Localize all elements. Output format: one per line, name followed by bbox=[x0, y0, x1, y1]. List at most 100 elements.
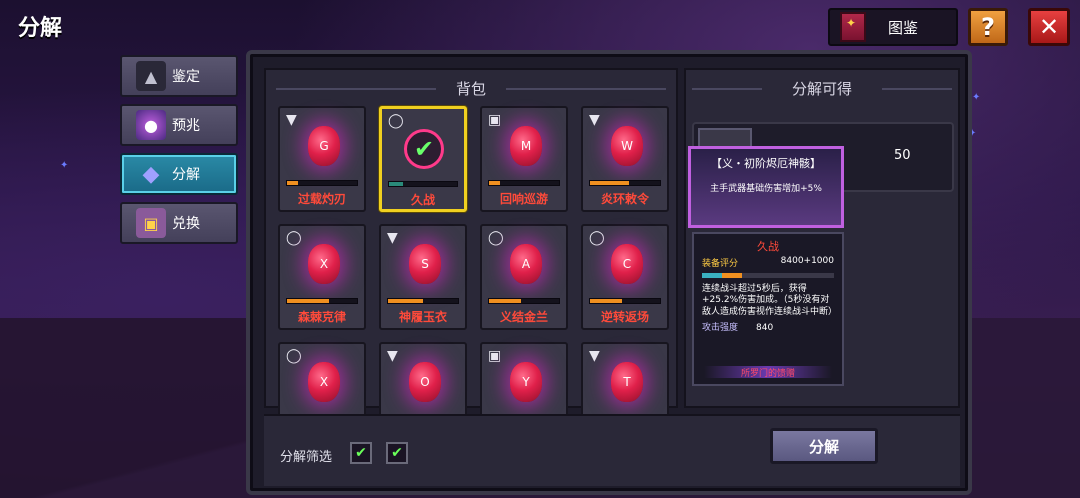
bag-item[interactable]: ◯ A 义结金兰 bbox=[480, 224, 568, 330]
item-progress-bar bbox=[387, 298, 459, 304]
score-label: 装备评分 bbox=[702, 259, 739, 269]
check-icon: ✔ bbox=[391, 445, 403, 461]
codex-label: 图鉴 bbox=[888, 18, 919, 37]
bag-item[interactable]: ◯ X 森棘克律 bbox=[278, 224, 366, 330]
ring-icon: ◯ bbox=[589, 230, 605, 246]
item-name: 久战 bbox=[410, 193, 435, 207]
ring-icon: ◯ bbox=[488, 230, 504, 246]
attack-value: 840 bbox=[756, 322, 774, 333]
tooltip-title: 【义・初阶烬厄神骸】 bbox=[711, 157, 821, 170]
helmet-icon: ▼ bbox=[387, 348, 398, 364]
attack-row: 攻击强度 840 bbox=[702, 320, 834, 333]
filter-checkbox-2[interactable]: ✔ bbox=[386, 442, 408, 464]
ring-icon: ◯ bbox=[286, 348, 302, 364]
gem-icon: T bbox=[611, 362, 643, 402]
gem-icon: O bbox=[409, 362, 441, 402]
tab-identify[interactable]: ▲ 鉴定 bbox=[120, 55, 238, 97]
tab-decompose[interactable]: ◆ 分解 bbox=[120, 153, 238, 195]
help-button[interactable]: ? bbox=[968, 8, 1008, 46]
item-progress-fill bbox=[287, 299, 329, 303]
item-progress-fill bbox=[590, 299, 622, 303]
bag-panel: 背包 ▼ G 过载灼刃 ◯ ✔ 久战 ▣ M 回响巡游 ▼ W 炎环敕令 ◯ X 森棘克律 ▼ S 神履玉衣 ◯ A 义… bbox=[264, 68, 678, 448]
detail-name: 久战 bbox=[757, 240, 779, 253]
set-label: 所罗门的馈赠 bbox=[704, 366, 832, 379]
sidebar: ▲ 鉴定 ● 预兆 ◆ 分解 ▣ 兑换 bbox=[120, 55, 238, 251]
tab-label: 预兆 bbox=[172, 118, 200, 134]
item-name: 炎环敕令 bbox=[600, 192, 649, 206]
item-progress-bar bbox=[286, 298, 358, 304]
close-icon: ✕ bbox=[1038, 13, 1060, 41]
chest-icon: ▣ bbox=[136, 208, 166, 238]
bag-item[interactable]: ◯ C 逆转返场 bbox=[581, 224, 669, 330]
tab-exchange[interactable]: ▣ 兑换 bbox=[120, 202, 238, 244]
gem-icon: S bbox=[409, 244, 441, 284]
selected-check-icon: ✔ bbox=[404, 129, 444, 169]
item-grid: ▼ G 过载灼刃 ◯ ✔ 久战 ▣ M 回响巡游 ▼ W 炎环敕令 ◯ X 森棘克律 ▼ S 神履玉衣 ◯ A 义结金兰… bbox=[278, 106, 674, 448]
item-progress-fill bbox=[489, 299, 521, 303]
helmet-icon: ▼ bbox=[286, 112, 297, 128]
codex-button[interactable]: 图鉴 bbox=[828, 8, 958, 46]
item-progress-fill bbox=[287, 181, 298, 185]
gem-icon: G bbox=[308, 126, 340, 166]
item-name: 义结金兰 bbox=[499, 310, 548, 324]
bag-item[interactable]: ▣ M 回响巡游 bbox=[480, 106, 568, 212]
gem-icon: X bbox=[308, 244, 340, 284]
decompose-panel: 背包 ▼ G 过载灼刃 ◯ ✔ 久战 ▣ M 回响巡游 ▼ W 炎环敕令 ◯ X 森棘克律 ▼ S 神履玉衣 ◯ A 义… bbox=[246, 50, 972, 495]
tab-omen[interactable]: ● 预兆 bbox=[120, 104, 238, 146]
item-name: 过载灼刃 bbox=[297, 192, 346, 206]
item-progress-bar bbox=[388, 181, 458, 187]
item-name: 神履玉衣 bbox=[398, 310, 447, 324]
gem-icon: W bbox=[611, 126, 643, 166]
close-button[interactable]: ✕ bbox=[1028, 8, 1070, 46]
page-title: 分解 bbox=[18, 16, 63, 41]
item-name: 逆转返场 bbox=[600, 310, 649, 324]
score-bar bbox=[702, 273, 834, 278]
score-bar-fill bbox=[702, 273, 742, 278]
bag-item[interactable]: ◯ ✔ 久战 bbox=[379, 106, 467, 212]
filter-label: 分解筛选 bbox=[280, 450, 333, 465]
question-icon: ? bbox=[981, 13, 995, 41]
material-tooltip: 【义・初阶烬厄神骸】 主手武器基础伤害增加+5% bbox=[688, 146, 844, 228]
tab-label: 分解 bbox=[172, 167, 200, 183]
item-progress-fill bbox=[590, 181, 629, 185]
bag-item[interactable]: ▼ W 炎环敕令 bbox=[581, 106, 669, 212]
star-icon: ✦ bbox=[60, 160, 69, 171]
item-name: 回响巡游 bbox=[499, 192, 548, 206]
armor-icon: ▣ bbox=[488, 348, 502, 364]
book-icon bbox=[840, 12, 866, 42]
item-progress-bar bbox=[488, 180, 560, 186]
tooltip-desc: 主手武器基础伤害增加+5% bbox=[710, 184, 822, 194]
check-icon: ✔ bbox=[355, 445, 367, 461]
helmet-icon: ▼ bbox=[589, 348, 600, 364]
anvil-icon: ▲ bbox=[136, 61, 166, 91]
yield-count: 50 bbox=[894, 148, 911, 163]
gem-icon: A bbox=[510, 244, 542, 284]
gem-icon: X bbox=[308, 362, 340, 402]
filter-checkbox-1[interactable]: ✔ bbox=[350, 442, 372, 464]
gem-icon: M bbox=[510, 126, 542, 166]
diamond-icon: ◆ bbox=[142, 161, 160, 187]
item-progress-fill bbox=[388, 299, 423, 303]
attack-label: 攻击强度 bbox=[702, 322, 739, 333]
armor-icon: ▣ bbox=[488, 112, 502, 128]
gem-icon: Y bbox=[510, 362, 542, 402]
bag-item[interactable]: ▼ G 过载灼刃 bbox=[278, 106, 366, 212]
item-progress-fill bbox=[489, 181, 500, 185]
crystal-ball-icon: ● bbox=[136, 110, 166, 140]
bag-item[interactable]: ▼ S 神履玉衣 bbox=[379, 224, 467, 330]
tab-label: 兑换 bbox=[172, 216, 200, 232]
item-name: 森棘克律 bbox=[297, 310, 346, 324]
item-progress-bar bbox=[286, 180, 358, 186]
tab-label: 鉴定 bbox=[172, 69, 200, 85]
item-progress-bar bbox=[488, 298, 560, 304]
item-progress-bar bbox=[589, 180, 661, 186]
detail-description: 连续战斗超过5秒后，获得+25.2%伤害加成。（5秒没有对敌人造成伤害视作连续战… bbox=[702, 284, 838, 317]
ring-icon: ◯ bbox=[388, 113, 404, 129]
yield-panel: 分解可得 50 【义・初阶烬厄神骸】 主手武器基础伤害增加+5% 久战 装备评分… bbox=[684, 68, 960, 408]
helmet-icon: ▼ bbox=[387, 230, 398, 246]
decompose-button[interactable]: 分解 bbox=[770, 428, 878, 464]
helmet-icon: ▼ bbox=[589, 112, 600, 128]
item-detail-card: 久战 装备评分 8400+1000 连续战斗超过5秒后，获得+25.2%伤害加成… bbox=[692, 232, 844, 386]
item-progress-bar bbox=[589, 298, 661, 304]
item-progress-fill bbox=[389, 182, 403, 186]
